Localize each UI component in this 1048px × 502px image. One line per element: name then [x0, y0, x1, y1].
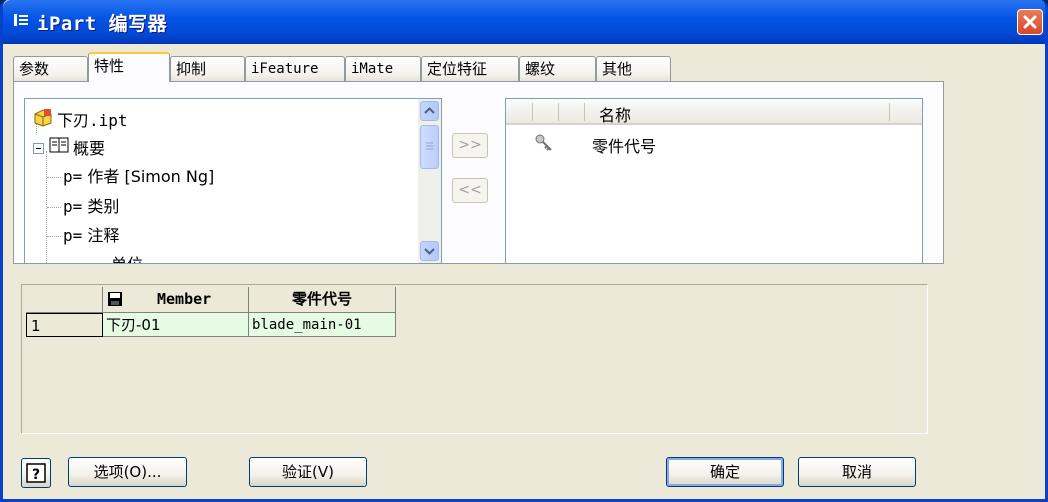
ipart-author-dialog: iPart 编写器 参数 特性 抑制 iFeature iMate 定位特征 螺…: [0, 0, 1048, 502]
dialog-content: 参数 特性 抑制 iFeature iMate 定位特征 螺纹 其他 下刃.ip…: [3, 44, 1045, 499]
row-header-corner: [26, 287, 103, 313]
property-tree[interactable]: 下刃.ipt 概要 p= 作者 [Simon Ng] p= 类别 p= 注释: [24, 98, 442, 264]
properties-panel: 下刃.ipt 概要 p= 作者 [Simon Ng] p= 类别 p= 注释 >…: [13, 81, 944, 264]
table-icon: [13, 12, 31, 30]
header-separator: [584, 103, 585, 121]
list-item[interactable]: 零件代号: [506, 131, 922, 157]
tree-item-comments[interactable]: p= 注释: [63, 222, 119, 248]
property-label: 类别: [87, 197, 120, 216]
tree-scrollbar[interactable]: [418, 99, 441, 263]
tab-properties[interactable]: 特性: [88, 52, 170, 82]
property-prefix: p=: [63, 197, 83, 216]
scroll-thumb[interactable]: [420, 125, 439, 169]
close-button[interactable]: [1017, 9, 1043, 35]
member-header-label: Member: [157, 290, 212, 308]
tab-imate[interactable]: iMate: [345, 56, 421, 81]
summary-icon: [49, 136, 69, 158]
tab-suppression[interactable]: 抑制: [170, 56, 245, 81]
property-label: 单位: [111, 255, 143, 263]
header-separator: [558, 103, 559, 121]
property-prefix: p=: [63, 167, 83, 186]
part-number-cell[interactable]: blade_main-01: [249, 313, 396, 337]
member-cell[interactable]: 下刃-01: [103, 313, 249, 337]
title-bar: iPart 编写器: [3, 0, 1045, 44]
tab-other[interactable]: 其他: [596, 56, 671, 81]
name-column-header[interactable]: 名称: [599, 102, 631, 126]
tab-ifeature[interactable]: iFeature: [245, 56, 345, 81]
help-icon: ?: [26, 463, 46, 483]
member-column-header[interactable]: Member: [103, 287, 249, 313]
window-title: iPart 编写器: [37, 13, 168, 35]
selected-properties-list[interactable]: 名称 零件代号: [505, 98, 923, 264]
tree-connector: [47, 236, 61, 237]
property-prefix: p=: [63, 226, 83, 245]
header-separator: [889, 103, 890, 121]
tree-item-units[interactable]: 单位: [111, 251, 143, 263]
scroll-up-button[interactable]: [420, 101, 439, 121]
help-glyph: ?: [32, 467, 40, 483]
options-button[interactable]: 选项(O)...: [68, 457, 187, 487]
tree-item-category[interactable]: p= 类别: [63, 193, 119, 219]
close-icon: [1023, 15, 1037, 29]
part-file-icon: [33, 107, 53, 131]
list-header: 名称: [506, 99, 922, 125]
tree-root-label: 下刃.ipt: [57, 111, 128, 130]
remove-property-button[interactable]: <<: [452, 178, 488, 203]
tab-threads[interactable]: 螺纹: [519, 56, 596, 81]
row-header[interactable]: 1: [26, 313, 103, 337]
key-icon: [534, 133, 556, 157]
verify-button[interactable]: 验证(V): [249, 457, 367, 487]
ok-button[interactable]: 确定: [666, 457, 784, 487]
tree-item-author[interactable]: p= 作者 [Simon Ng]: [63, 163, 214, 189]
part-number-column-header[interactable]: 零件代号: [249, 287, 396, 313]
help-button[interactable]: ?: [21, 458, 51, 488]
tree-connector: [47, 207, 61, 208]
tree-connector: [47, 177, 61, 178]
save-icon: [107, 290, 123, 312]
chevron-down-icon: [424, 248, 435, 255]
cancel-button[interactable]: 取消: [798, 457, 916, 487]
tab-work-features[interactable]: 定位特征: [421, 56, 519, 81]
ipart-table[interactable]: Member 零件代号 1 下刃-01 blade_main-01: [21, 284, 928, 434]
scroll-down-button[interactable]: [420, 241, 439, 261]
add-property-button[interactable]: >>: [452, 133, 488, 158]
property-label: 注释: [87, 226, 120, 245]
collapse-icon[interactable]: [33, 139, 44, 158]
chevron-up-icon: [424, 107, 435, 114]
tree-group-label: 概要: [73, 139, 106, 158]
header-separator: [532, 103, 533, 121]
list-item-label: 零件代号: [592, 137, 657, 156]
tab-parameters[interactable]: 参数: [13, 56, 88, 81]
property-label: 作者 [Simon Ng]: [87, 167, 215, 186]
